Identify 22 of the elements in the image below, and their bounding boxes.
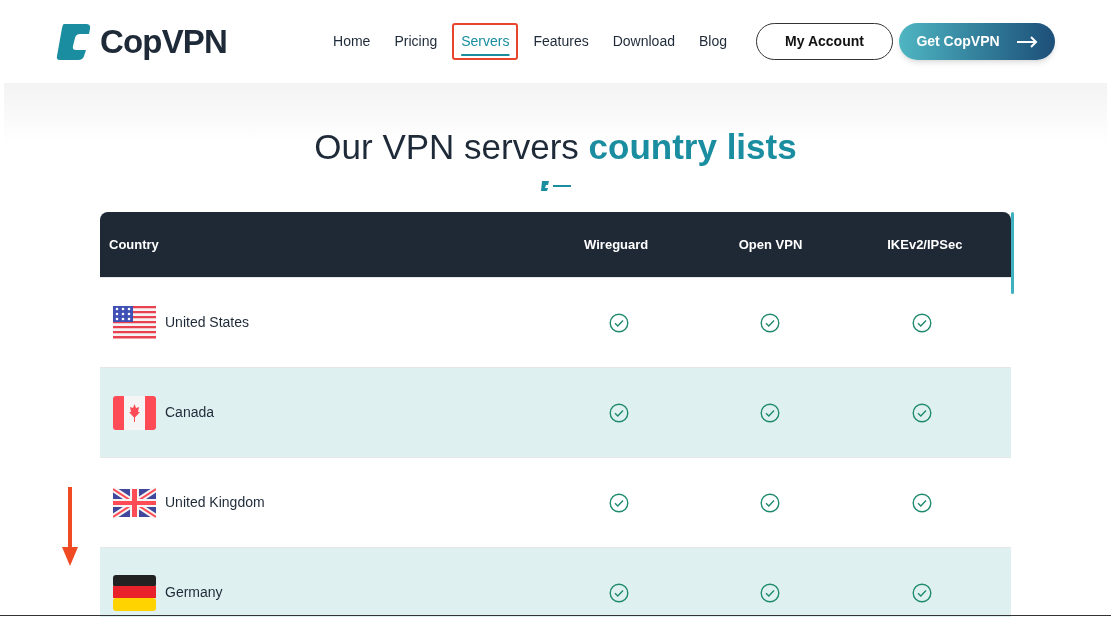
nav-link[interactable]: Download (603, 23, 684, 60)
country-name: United States (165, 313, 250, 332)
logo-divider-icon (539, 180, 572, 192)
country-name: Canada (165, 403, 215, 422)
nav-link[interactable]: Servers (452, 23, 519, 60)
get-copvpn-button[interactable]: Get CopVPN (899, 23, 1055, 60)
logo-text: CopVPN (100, 21, 228, 62)
flag-icon (113, 572, 156, 613)
column-header: Country (109, 235, 160, 254)
country-name: Germany (165, 583, 223, 602)
page-heading: Our VPN servers country lists (314, 129, 797, 164)
nav-link[interactable]: Pricing (385, 23, 447, 60)
column-header: Wireguard (583, 235, 650, 254)
arrow-right-icon (1015, 35, 1038, 48)
nav-link[interactable]: Home (324, 23, 380, 60)
scrollbar-thumb[interactable] (1011, 212, 1014, 294)
nav-link[interactable]: Features (524, 23, 598, 60)
column-header: IKEv2/IPSec (886, 235, 964, 254)
column-header: Open VPN (737, 235, 804, 254)
logo-icon (56, 21, 92, 62)
country-name: United Kingdom (165, 493, 265, 512)
nav-link[interactable]: Blog (689, 23, 736, 60)
